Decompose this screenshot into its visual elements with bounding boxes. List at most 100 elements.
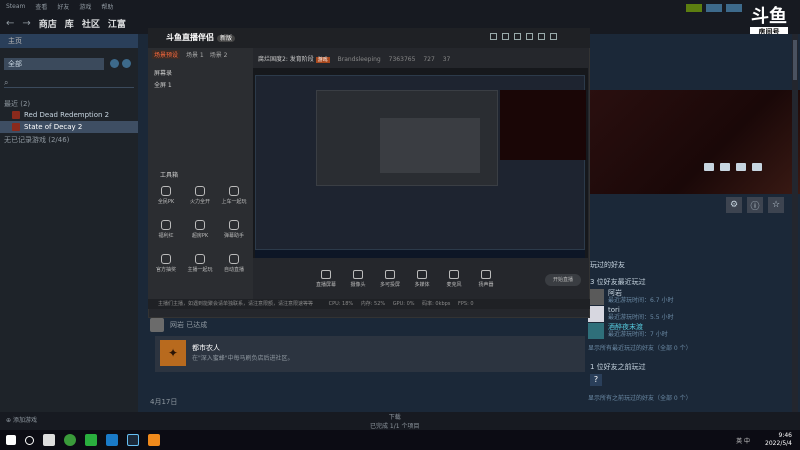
control-label: 扬声器 <box>478 282 494 288</box>
clock-icon[interactable] <box>110 59 119 68</box>
room-id: 7363765 <box>388 56 416 63</box>
bitrate-stat: 码率: 0kbps <box>422 301 451 307</box>
menu-view[interactable]: 查看 <box>35 2 47 11</box>
downloads-status[interactable]: 下载 已完成 1/1 个项目 <box>370 412 419 431</box>
scrollbar-thumb[interactable] <box>793 40 797 80</box>
wechat-icon[interactable] <box>85 434 97 446</box>
show-all-previous-link[interactable]: 显示所有之前玩过的好友（全部 0 个） <box>588 393 692 402</box>
fire-icon <box>195 186 205 196</box>
account-button[interactable] <box>726 4 742 12</box>
library-filter-dropdown[interactable]: 全部 <box>4 58 104 70</box>
add-game-button[interactable]: ⊕ 添加游戏 <box>6 417 37 424</box>
gear-icon[interactable]: ⚙ <box>726 197 742 213</box>
media-button[interactable]: 多媒体 <box>411 270 433 296</box>
achievement-description: 在"深入蜜蜂"中每马刷负店后进社区。 <box>192 355 294 362</box>
avatar[interactable] <box>150 318 164 332</box>
maximize-icon[interactable] <box>538 33 545 40</box>
nav-community[interactable]: 社区 <box>82 17 100 30</box>
notification-button[interactable] <box>686 4 702 12</box>
tab-scene-preset[interactable]: 场景预设 <box>152 50 181 59</box>
source-item[interactable]: 屏幕录 <box>154 68 172 77</box>
game-name: State of Decay 2 <box>24 123 83 131</box>
friend-playtime: 最近游玩时间：7 小时 <box>608 331 668 338</box>
source-item[interactable]: 全屏 1 <box>154 80 172 89</box>
cpu-stat: CPU: 18% <box>328 301 354 307</box>
play-icon[interactable] <box>122 59 131 68</box>
menu-games[interactable]: 游戏 <box>79 2 91 11</box>
tool-button[interactable]: 全民PK <box>153 186 179 205</box>
version-tag[interactable]: 新版 <box>217 35 236 42</box>
friend-name: 阿岩 <box>608 289 622 297</box>
game-row[interactable]: Red Dead Redemption 2 <box>0 109 138 121</box>
douyu-window-buttons <box>490 33 557 40</box>
speaker-button[interactable]: 扬声器 <box>475 270 497 296</box>
task-view-icon[interactable] <box>43 434 55 446</box>
camera-button[interactable]: 摄像头 <box>347 270 369 296</box>
douyu-app-name: 斗鱼直播伴侣 <box>166 33 214 42</box>
taskbar-clock[interactable]: 9:46 2022/5/4 <box>765 432 792 448</box>
menu-help[interactable]: 帮助 <box>101 2 113 11</box>
menu-steam[interactable]: Steam <box>6 3 25 10</box>
tab-scene-2[interactable]: 场景 2 <box>210 50 228 59</box>
page-scrollbar[interactable] <box>792 34 798 412</box>
tool-button[interactable]: 福利红 <box>153 220 179 239</box>
steam-icon[interactable] <box>127 434 139 446</box>
tool-button[interactable]: 自动直播 <box>221 254 247 273</box>
system-tray[interactable]: 英 中 <box>736 436 750 445</box>
tool-button[interactable]: 官方抽奖 <box>153 254 179 273</box>
section-recent[interactable]: 最近 (2) <box>4 99 30 109</box>
sidebar-home[interactable]: 主页 <box>0 34 138 48</box>
tool-label: 超房PK <box>191 233 209 239</box>
tool-label: 官方抽奖 <box>155 267 176 273</box>
wallet-button[interactable] <box>706 4 722 12</box>
nav-store[interactable]: 商店 <box>39 17 57 30</box>
fps-stat: FPS: 0 <box>458 301 474 307</box>
info-icon[interactable]: ⓘ <box>747 197 763 213</box>
minimize-icon[interactable] <box>526 33 533 40</box>
gpu-stat: GPU: 0% <box>392 301 415 307</box>
app-360-icon[interactable] <box>64 434 76 446</box>
settings-icon[interactable] <box>514 33 521 40</box>
nav-library[interactable]: 库 <box>65 17 74 30</box>
game-row-selected[interactable]: State of Decay 2 <box>0 121 138 133</box>
tool-button[interactable]: 主播一起玩 <box>187 254 213 273</box>
section-uncategorized-count: (2/46) <box>48 136 70 144</box>
nav-username[interactable]: 江富 <box>108 17 126 30</box>
tool-button[interactable]: 火力全开 <box>187 186 213 205</box>
tool-button[interactable]: 弹幕助手 <box>221 220 247 239</box>
friend-entry[interactable]: 酒醉夜末渡 最近游玩时间：7 小时 <box>588 323 668 339</box>
friend-name: tori <box>608 306 620 314</box>
tool-label: 自动直播 <box>223 267 244 273</box>
start-live-button[interactable]: 开始直播 <box>545 274 581 286</box>
menu-friends[interactable]: 好友 <box>57 2 69 11</box>
screen-capture-button[interactable]: 直播屏幕 <box>315 270 337 296</box>
friend-entry[interactable]: tori 最近游玩时间：5.5 小时 <box>588 306 673 322</box>
tool-label: 主播一起玩 <box>187 267 213 273</box>
cast-button[interactable]: 多可投屏 <box>379 270 401 296</box>
back-arrow-icon[interactable]: ← <box>6 18 14 29</box>
tool-button[interactable]: 上车一起玩 <box>221 186 247 205</box>
windows-start-icon[interactable] <box>6 435 16 445</box>
microphone-button[interactable]: 麦克风 <box>443 270 465 296</box>
show-all-recent-link[interactable]: 显示所有最近玩过的好友（全部 0 个） <box>588 343 692 352</box>
tab-scene-1[interactable]: 场景 1 <box>186 50 204 59</box>
scene-tabs: 场景预设 场景 1 场景 2 <box>152 50 227 59</box>
steam-menubar: Steam 查看 好友 游戏 帮助 <box>0 0 800 12</box>
friend-entry[interactable]: 阿岩 最近游玩时间：6.7 小时 <box>588 289 673 305</box>
douyu-icon[interactable] <box>148 434 160 446</box>
tool-button[interactable]: 超房PK <box>187 220 213 239</box>
library-search-input[interactable]: ⌕ <box>4 78 134 88</box>
viewer-count: 727 <box>423 56 435 63</box>
section-uncategorized[interactable]: 无已记录游戏 (2/46) <box>4 135 69 145</box>
message-icon[interactable] <box>502 33 509 40</box>
search-icon[interactable] <box>25 435 34 445</box>
star-icon[interactable]: ☆ <box>768 197 784 213</box>
achievement-icon: ✦ <box>160 340 186 366</box>
control-label: 多媒体 <box>414 282 430 288</box>
skin-icon[interactable] <box>490 33 497 40</box>
clock-date: 2022/5/4 <box>765 440 792 447</box>
close-icon[interactable] <box>550 33 557 40</box>
browser-icon[interactable] <box>106 434 118 446</box>
unknown-avatar-icon[interactable]: ? <box>590 374 602 386</box>
forward-arrow-icon[interactable]: → <box>22 18 30 29</box>
